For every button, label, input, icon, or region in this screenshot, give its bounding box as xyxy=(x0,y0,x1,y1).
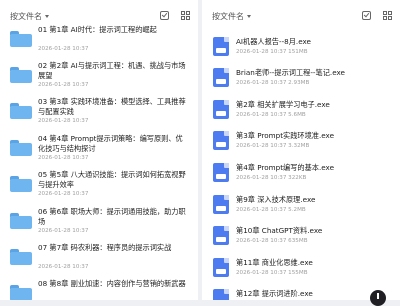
file-row[interactable]: 第2章 相关扩展学习电子.exe 2026-01-28 10:37 5.6MB xyxy=(202,96,400,126)
file-meta: 2026-01-28 10:37 3.32MB xyxy=(236,143,310,149)
file-name: Brian老师--提示词工程--笔记.exe xyxy=(236,68,345,77)
file-row[interactable]: 第10章 ChatGPT资料.exe 2026-01-28 10:37 635MB xyxy=(202,222,400,252)
sort-label: 按文件名 xyxy=(212,12,244,21)
folder-row[interactable]: 04 第4章 Prompt提示词策略：编写原则、优化技巧与结构探讨 2026-01… xyxy=(0,131,198,167)
folder-timestamp: 2026-01-28 10:37 xyxy=(38,264,89,270)
exe-file-icon xyxy=(213,258,229,277)
file-row[interactable]: Brian老师--提示词工程--笔记.exe 2026-01-28 10:37 2… xyxy=(202,64,400,94)
file-meta: 2026-01-28 10:37 151MB xyxy=(236,49,308,55)
sort-label: 按文件名 xyxy=(10,12,42,21)
folder-timestamp: 2026-01-28 10:37 xyxy=(38,82,89,88)
file-name: 第4章 Prompt编写的基本.exe xyxy=(236,163,334,172)
list-toolbar: 按文件名 xyxy=(202,0,400,34)
folder-row[interactable]: 06 第6章 职场大师：提示词通用技能，助力职场 2026-01-28 10:37 xyxy=(0,204,198,240)
folder-name: 04 第4章 Prompt提示词策略：编写原则、优化技巧与结构探讨 xyxy=(38,134,183,153)
folder-name: 05 第5章 八大通识技能：提示词如何拓宽视野与提升效率 xyxy=(38,170,186,189)
folder-icon xyxy=(10,103,32,119)
folder-timestamp: 2026-01-28 10:37 xyxy=(38,191,89,197)
file-list-panel: 按文件名 AI机器人报告--8月.exe 2026-01-28 10:37 151… xyxy=(202,0,400,300)
file-row[interactable]: AI机器人报告--8月.exe 2026-01-28 10:37 151MB xyxy=(202,33,400,63)
folder-icon xyxy=(10,67,32,83)
file-row[interactable]: 第9章 深入技术原理.exe 2026-01-28 10:37 5.2MB xyxy=(202,191,400,221)
file-name: 第11章 商业化思维.exe xyxy=(236,258,313,267)
sort-by-name-dropdown[interactable]: 按文件名 xyxy=(10,11,49,22)
file-meta: 2026-01-28 10:37 2.93MB xyxy=(236,80,310,86)
folder-list-panel: 按文件名 01 第1章 AI时代：提示词工程的崛起 2026-01-28 10:3… xyxy=(0,0,198,300)
folder-row[interactable]: 02 第2章 AI与提示词工程：机遇、挑战与市场展望 2026-01-28 10:… xyxy=(0,58,198,94)
grid-view-icon[interactable] xyxy=(181,11,191,21)
exe-file-icon xyxy=(213,195,229,214)
file-name: 第3章 Prompt实践环境准.exe xyxy=(236,131,334,140)
sort-by-name-dropdown[interactable]: 按文件名 xyxy=(212,11,251,22)
folder-timestamp: 2026-01-28 10:37 xyxy=(38,46,89,52)
exe-file-icon xyxy=(213,131,229,150)
grid-view-icon[interactable] xyxy=(383,11,393,21)
exe-file-icon xyxy=(213,163,229,182)
file-meta: 2026-01-28 10:37 5.6MB xyxy=(236,112,306,118)
folder-icon xyxy=(10,140,32,156)
select-checkbox-icon[interactable] xyxy=(362,11,371,20)
file-meta: 2026-01-28 10:37 322KB xyxy=(236,175,307,181)
add-button[interactable] xyxy=(370,290,386,306)
file-meta: 2026-01-28 10:37 5.2MB xyxy=(236,207,306,213)
folder-icon xyxy=(10,249,32,265)
chevron-down-icon xyxy=(45,15,49,18)
folder-name: 07 第7章 码农利器：程序员的提示词实战 xyxy=(38,243,172,252)
folder-icon xyxy=(10,31,32,47)
file-name: AI机器人报告--8月.exe xyxy=(236,37,311,46)
exe-file-icon xyxy=(213,37,229,56)
file-row[interactable]: 第4章 Prompt编写的基本.exe 2026-01-28 10:37 322K… xyxy=(202,159,400,189)
exe-file-icon xyxy=(213,289,229,300)
file-meta: 2026-01-28 10:37 635MB xyxy=(236,238,308,244)
exe-file-icon xyxy=(213,226,229,245)
folder-timestamp: 2026-01-28 10:37 xyxy=(38,155,89,161)
folder-row[interactable]: 07 第7章 码农利器：程序员的提示词实战 2026-01-28 10:37 xyxy=(0,240,198,276)
folder-name: 08 第8章 副业加速：内容创作与营销的新武器 xyxy=(38,279,186,288)
file-row[interactable]: 第3章 Prompt实践环境准.exe 2026-01-28 10:37 3.32… xyxy=(202,127,400,157)
folder-row[interactable]: 03 第3章 实践环境准备：模型选择、工具推荐与配置实践 2026-01-28 1… xyxy=(0,94,198,130)
folder-icon xyxy=(10,176,32,192)
exe-file-icon xyxy=(213,100,229,119)
chevron-down-icon xyxy=(247,15,251,18)
file-name: 第9章 深入技术原理.exe xyxy=(236,195,316,204)
folder-row[interactable]: 01 第1章 AI时代：提示词工程的崛起 2026-01-28 10:37 xyxy=(0,22,198,58)
file-name: 第2章 相关扩展学习电子.exe xyxy=(236,100,330,109)
folder-icon xyxy=(10,213,32,229)
folder-name: 03 第3章 实践环境准备：模型选择、工具推荐与配置实践 xyxy=(38,97,186,116)
folder-row[interactable]: 08 第8章 副业加速：内容创作与营销的新武器2026-01-28 10:37 xyxy=(0,276,198,300)
exe-file-icon xyxy=(213,68,229,87)
folder-name: 02 第2章 AI与提示词工程：机遇、挑战与市场展望 xyxy=(38,61,186,80)
file-meta: 2026-01-28 10:37 155MB xyxy=(236,270,308,276)
folder-row[interactable]: 05 第5章 八大通识技能：提示词如何拓宽视野与提升效率 2026-01-28 1… xyxy=(0,167,198,203)
folder-timestamp: 2026-01-28 10:37 xyxy=(38,118,89,124)
folder-icon xyxy=(10,285,32,300)
folder-name: 01 第1章 AI时代：提示词工程的崛起 xyxy=(38,25,157,34)
file-row[interactable]: 第11章 商业化思维.exe 2026-01-28 10:37 155MB xyxy=(202,254,400,284)
file-name: 第10章 ChatGPT资料.exe xyxy=(236,226,323,235)
select-checkbox-icon[interactable] xyxy=(160,11,169,20)
folder-name: 06 第6章 职场大师：提示词通用技能，助力职场 xyxy=(38,207,186,226)
folder-timestamp: 2026-01-28 10:37 xyxy=(38,228,89,234)
